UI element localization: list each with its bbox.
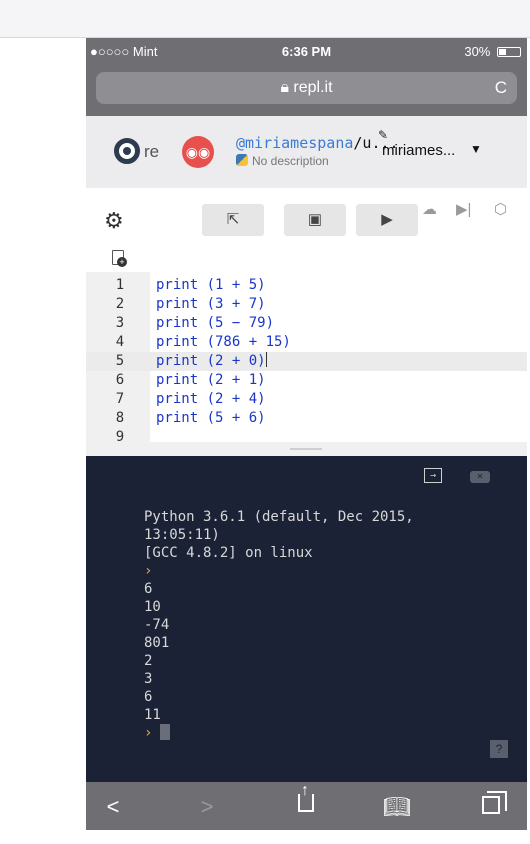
phone-screen: ●○○○○ Mint 6:36 PM 30% 🔒︎ repl.it C re ◉… [86,38,527,830]
line-number: 8 [115,410,125,426]
share-icon[interactable] [298,782,314,812]
code-text: print (786 + 15) [156,334,291,350]
console-output-line: 6 [144,581,153,597]
code-line[interactable]: 8 print (5 + 6) [86,409,527,428]
text-cursor [265,352,267,367]
username-link[interactable]: @miriamespana [236,134,353,152]
line-number: 2 [115,296,125,312]
line-number: 9 [115,429,125,442]
lock-icon: 🔒︎ [280,79,294,96]
safari-bottom-bar: < > 📖︎ [86,782,527,830]
code-line[interactable]: 1 print (1 + 5) [86,276,527,295]
pencil-icon[interactable]: ✎ [378,128,388,142]
add-file-icon[interactable] [112,250,127,267]
python-icon [236,154,248,166]
cloud-upload-icon[interactable]: ☁ [422,200,437,218]
play-icon: ▶ [381,211,393,228]
clear-icon[interactable]: ✕ [470,471,490,483]
repl-header: re ◉◉ @miriamespana/u... ✎ No descriptio… [86,116,527,188]
code-line[interactable]: 2 print (3 + 7) [86,295,527,314]
code-line[interactable]: 3 print (5 − 79) [86,314,527,333]
save-icon: ▣ [307,211,323,228]
description-text: No description [252,154,329,168]
terminal-cursor [160,724,171,740]
toolbar: ⚙ ⇱ ▣ ▶ ☁ ▶| ⬡ [86,188,527,248]
export-icon[interactable]: → [424,468,442,483]
drag-handle[interactable] [290,448,322,450]
code-line[interactable]: 6 print (2 + 1) [86,371,527,390]
console-output-line: [GCC 4.8.2] on linux [144,545,313,561]
line-number: 4 [115,334,125,350]
battery-percent: 30% [464,44,491,59]
console-prompt: › [144,563,153,579]
console-output-line: 6 [144,689,153,705]
pane-divider[interactable] [86,442,527,456]
forward-icon[interactable]: > [192,794,222,820]
console-input-line[interactable]: › [144,724,171,742]
save-button[interactable]: ▣ [284,204,346,236]
line-number: 5 [115,353,125,369]
line-number: 6 [115,372,125,388]
code-text: print (2 + 0) [156,352,267,369]
bookmarks-icon[interactable]: 📖︎ [382,794,412,820]
step-forward-icon[interactable]: ▶| [456,200,471,218]
code-line[interactable]: 4 print (786 + 15) [86,333,527,352]
line-number: 1 [115,277,125,293]
clock: 6:36 PM [281,44,332,59]
logo-text: re [144,142,160,161]
code-text: print (1 + 5) [156,277,266,293]
battery-icon [497,47,521,57]
line-number: 3 [115,315,125,331]
code-text: print (2 + 1) [156,372,266,388]
code-text: print (2 + 4) [156,391,266,407]
console-output-line: Python 3.6.1 (default, Dec 2015, [144,509,414,525]
repl-logo-icon[interactable] [114,138,140,164]
url-label: repl.it [293,79,333,96]
console-output-line: 801 [144,635,170,651]
console-output-line: -74 [144,617,170,633]
address-bar[interactable]: 🔒︎ repl.it C [96,72,517,104]
console-output-line: 11 [144,707,161,723]
code-line[interactable]: 9 [86,428,527,442]
code-line[interactable]: 5 print (2 + 0) [86,352,527,371]
reload-icon[interactable]: C [495,78,507,98]
avatar[interactable]: ◉◉ [182,136,214,168]
code-text: print (5 + 6) [156,410,266,426]
share-arrow-icon: ⇱ [226,211,240,228]
code-text: print (5 − 79) [156,315,275,331]
caret-down-icon[interactable]: ▼ [470,142,482,156]
console-output-line: 2 [144,653,153,669]
package-icon[interactable]: ⬡ [494,200,507,218]
code-line[interactable]: 7 print (2 + 4) [86,390,527,409]
console-prompt: › [144,725,153,741]
console[interactable]: → ✕ Python 3.6.1 (default, Dec 2015, 13:0… [86,456,527,782]
code-text: print (3 + 7) [156,296,266,312]
console-output-line: 13:05:11) [144,527,220,543]
repl-title[interactable]: @miriamespana/u... [236,134,399,152]
address-text: 🔒︎ repl.it [96,79,517,97]
help-button[interactable]: ? [490,740,508,758]
status-bar: ●○○○○ Mint 6:36 PM 30% [86,38,527,66]
code-editor[interactable]: 1 print (1 + 5) 2 print (3 + 7) 3 print (5 − … [86,272,527,442]
tabs-icon[interactable] [482,791,507,814]
browser-top-strip [0,0,530,38]
back-icon[interactable]: < [98,794,128,820]
run-button[interactable]: ▶ [356,204,418,236]
battery-status: 30% [464,44,521,59]
console-output-line: 3 [144,671,153,687]
gear-icon[interactable]: ⚙ [104,208,124,234]
owner-menu[interactable]: miriames... [382,142,455,159]
line-number: 7 [115,391,125,407]
console-output-line: 10 [144,599,161,615]
share-button[interactable]: ⇱ [202,204,264,236]
repl-description: No description [236,154,329,168]
safari-top-bar: ●○○○○ Mint 6:36 PM 30% 🔒︎ repl.it C [86,38,527,116]
